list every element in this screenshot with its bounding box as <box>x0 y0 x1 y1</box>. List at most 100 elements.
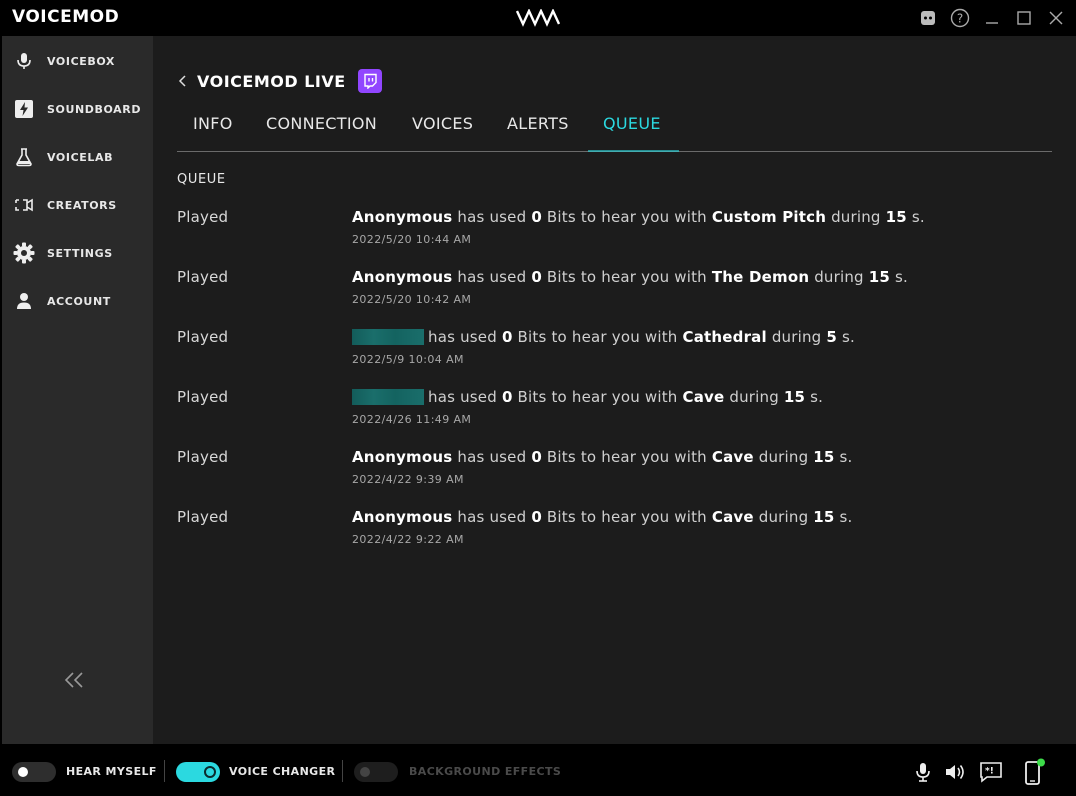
lightning-icon <box>13 98 35 120</box>
help-icon[interactable]: ? <box>950 8 970 28</box>
maximize-icon[interactable] <box>1014 8 1034 28</box>
sidebar-item-soundboard[interactable]: SOUNDBOARD <box>2 89 153 129</box>
queue-timestamp: 2022/4/26 11:49 AM <box>352 413 472 426</box>
gear-icon <box>13 242 35 264</box>
queue-message: Anonymous has used 0 Bits to hear you wi… <box>352 208 925 226</box>
sidebar-item-label: SETTINGS <box>47 246 113 260</box>
sidebar-item-label: VOICEBOX <box>47 54 115 68</box>
voice-changer-label: VOICE CHANGER <box>229 765 336 778</box>
queue-bits: 0 <box>531 268 542 286</box>
collapse-sidebar-button[interactable] <box>60 668 88 692</box>
tab-connection[interactable]: CONNECTION <box>266 114 377 133</box>
microphone-icon[interactable] <box>911 760 935 784</box>
queue-message: has used 0 Bits to hear you with Cave du… <box>352 388 823 406</box>
voice-changer-toggle[interactable] <box>176 762 220 782</box>
hear-myself-toggle[interactable] <box>12 762 56 782</box>
page-header: VOICEMOD LIVE <box>175 69 382 93</box>
queue-row: Played has used 0 Bits to hear you with C… <box>177 382 1047 432</box>
page-title: VOICEMOD LIVE <box>197 71 346 91</box>
text-seconds: s. <box>839 448 853 466</box>
text-during: during <box>771 328 822 346</box>
queue-voice: Cave <box>682 388 725 406</box>
queue-timestamp: 2022/5/20 10:42 AM <box>352 293 472 306</box>
text-during: during <box>758 448 809 466</box>
divider <box>342 760 343 782</box>
main-panel: VOICEMOD LIVE INFO CONNECTION VOICES ALE… <box>153 36 1076 744</box>
sidebar-item-voicebox[interactable]: VOICEBOX <box>2 41 153 81</box>
active-tab-indicator <box>588 150 679 152</box>
queue-voice: Cave <box>711 508 754 526</box>
tab-alerts[interactable]: ALERTS <box>507 114 569 133</box>
text-has-used: has used <box>428 388 497 406</box>
queue-status: Played <box>177 388 229 406</box>
sidebar: VOICEBOX SOUNDBOARD VOICELAB CREATORS SE… <box>2 36 153 744</box>
text-bits-to-hear: Bits to hear you with <box>517 328 678 346</box>
text-bits-to-hear: Bits to hear you with <box>546 268 707 286</box>
twitch-icon <box>357 69 382 93</box>
background-effects-toggle[interactable] <box>354 762 398 782</box>
speaker-icon[interactable] <box>943 760 967 784</box>
queue-row: Played Anonymous has used 0 Bits to hear … <box>177 202 1047 252</box>
queue-voice: Cathedral <box>682 328 767 346</box>
queue-status: Played <box>177 208 229 226</box>
sidebar-item-label: SOUNDBOARD <box>47 102 142 116</box>
microphone-icon <box>13 50 35 72</box>
queue-user: Anonymous <box>352 448 453 466</box>
sidebar-item-account[interactable]: ACCOUNT <box>2 281 153 321</box>
queue-duration: 15 <box>868 268 891 286</box>
queue-row: Played has used 0 Bits to hear you with C… <box>177 322 1047 372</box>
queue-message: Anonymous has used 0 Bits to hear you wi… <box>352 448 853 466</box>
queue-voice: The Demon <box>711 268 810 286</box>
close-icon[interactable] <box>1046 8 1066 28</box>
divider <box>164 760 165 782</box>
toggle-knob <box>360 767 370 777</box>
queue-bits: 0 <box>501 388 513 406</box>
queue-timestamp: 2022/5/20 10:44 AM <box>352 233 472 246</box>
text-has-used: has used <box>457 268 527 286</box>
chat-command-icon[interactable]: *! <box>979 760 1003 784</box>
queue-duration: 5 <box>826 328 838 346</box>
sidebar-item-creators[interactable]: CREATORS <box>2 185 153 225</box>
text-seconds: s. <box>895 268 908 286</box>
sidebar-item-voicelab[interactable]: VOICELAB <box>2 137 153 177</box>
title-bar: VOICEMOD ? <box>0 0 1076 36</box>
queue-row: Played Anonymous has used 0 Bits to hear … <box>177 262 1047 312</box>
tab-queue[interactable]: QUEUE <box>603 114 661 133</box>
queue-duration: 15 <box>813 508 835 526</box>
section-title: QUEUE <box>177 172 226 187</box>
discord-icon[interactable] <box>918 8 938 28</box>
flask-icon <box>13 146 35 168</box>
queue-status: Played <box>177 328 229 346</box>
tab-bar: INFO CONNECTION VOICES ALERTS QUEUE <box>177 108 1052 152</box>
tab-voices[interactable]: VOICES <box>412 114 473 133</box>
toggle-knob <box>204 766 216 778</box>
queue-bits: 0 <box>531 208 542 226</box>
text-during: during <box>831 208 881 226</box>
mobile-icon[interactable] <box>1020 758 1048 785</box>
queue-duration: 15 <box>813 448 835 466</box>
queue-duration: 15 <box>885 208 907 226</box>
sidebar-item-settings[interactable]: SETTINGS <box>2 233 153 273</box>
hear-myself-label: HEAR MYSELF <box>66 765 157 778</box>
sidebar-item-label: ACCOUNT <box>47 294 111 308</box>
queue-user: Anonymous <box>352 508 453 526</box>
svg-text:*!: *! <box>985 767 994 777</box>
minimize-icon[interactable] <box>982 8 1002 28</box>
text-has-used: has used <box>457 508 527 526</box>
text-during: during <box>729 388 779 406</box>
bottom-bar: HEAR MYSELF VOICE CHANGER BACKGROUND EFF… <box>0 744 1076 796</box>
queue-row: Played Anonymous has used 0 Bits to hear … <box>177 442 1047 492</box>
back-button[interactable] <box>175 71 191 91</box>
queue-duration: 15 <box>783 388 806 406</box>
queue-bits: 0 <box>501 328 513 346</box>
queue-bits: 0 <box>531 448 542 466</box>
text-bits-to-hear: Bits to hear you with <box>546 448 707 466</box>
queue-status: Played <box>177 508 229 526</box>
text-seconds: s. <box>841 328 855 346</box>
queue-voice: Cave <box>711 448 754 466</box>
tab-info[interactable]: INFO <box>193 114 233 133</box>
video-icon <box>13 194 35 216</box>
text-has-used: has used <box>428 328 497 346</box>
sidebar-item-label: CREATORS <box>47 198 117 212</box>
queue-message: has used 0 Bits to hear you with Cathedr… <box>352 328 855 346</box>
